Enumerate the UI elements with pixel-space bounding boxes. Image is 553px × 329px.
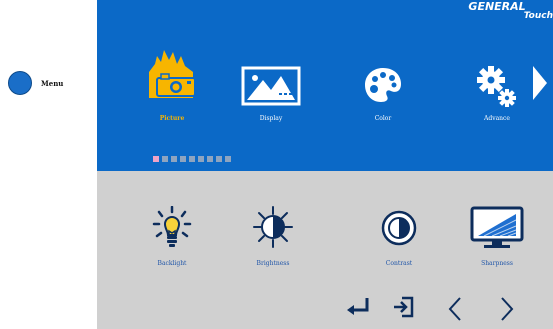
page-dot: [162, 156, 168, 162]
menu-circle-icon[interactable]: [8, 71, 32, 95]
page-dot: [171, 156, 177, 162]
category-label: Advance: [484, 115, 510, 122]
gears-icon: [477, 66, 516, 107]
page-dot: [153, 156, 159, 162]
item-label: Sharpness: [481, 260, 513, 267]
category-label: Display: [259, 115, 283, 122]
palette-icon: [365, 68, 401, 102]
page-dot: [189, 156, 195, 162]
category-label: Picture: [159, 115, 185, 122]
picture-icon: [149, 50, 196, 98]
page-indicator: [153, 156, 231, 162]
next-page-arrow-icon[interactable]: [531, 64, 549, 102]
category-label: Color: [374, 115, 392, 122]
brand-logo: GENERALTouch: [468, 0, 553, 21]
exit-icon[interactable]: [392, 296, 416, 318]
display-icon: [241, 66, 301, 106]
category-picture[interactable]: Picture: [132, 42, 212, 126]
category-advance[interactable]: Advance: [457, 42, 537, 126]
page-dot: [207, 156, 213, 162]
enter-icon[interactable]: [345, 296, 371, 316]
item-sharpness[interactable]: Sharpness: [457, 206, 537, 272]
item-brightness[interactable]: Brightness: [233, 206, 313, 272]
sun-icon: [253, 206, 293, 248]
category-display[interactable]: Display: [231, 42, 311, 126]
page-dot: [198, 156, 204, 162]
item-contrast[interactable]: Contrast: [359, 206, 439, 272]
page-dot: [216, 156, 222, 162]
right-chevron-icon[interactable]: [499, 296, 515, 322]
menu-launcher[interactable]: Menu: [8, 71, 63, 95]
item-backlight[interactable]: Backlight: [132, 206, 212, 272]
item-label: Contrast: [385, 260, 413, 267]
osd-menu: GENERALTouch Picture Display Color Advan…: [97, 0, 553, 329]
lightbulb-icon: [152, 206, 192, 247]
item-label: Backlight: [157, 260, 187, 267]
contrast-icon: [381, 210, 417, 246]
menu-label: Menu: [41, 78, 64, 88]
item-label: Brightness: [256, 260, 290, 267]
monitor-icon: [470, 206, 524, 248]
left-chevron-icon[interactable]: [447, 296, 463, 322]
category-color[interactable]: Color: [343, 42, 423, 126]
page-dot: [225, 156, 231, 162]
category-panel: GENERALTouch Picture Display Color Advan…: [97, 0, 553, 171]
page-dot: [180, 156, 186, 162]
